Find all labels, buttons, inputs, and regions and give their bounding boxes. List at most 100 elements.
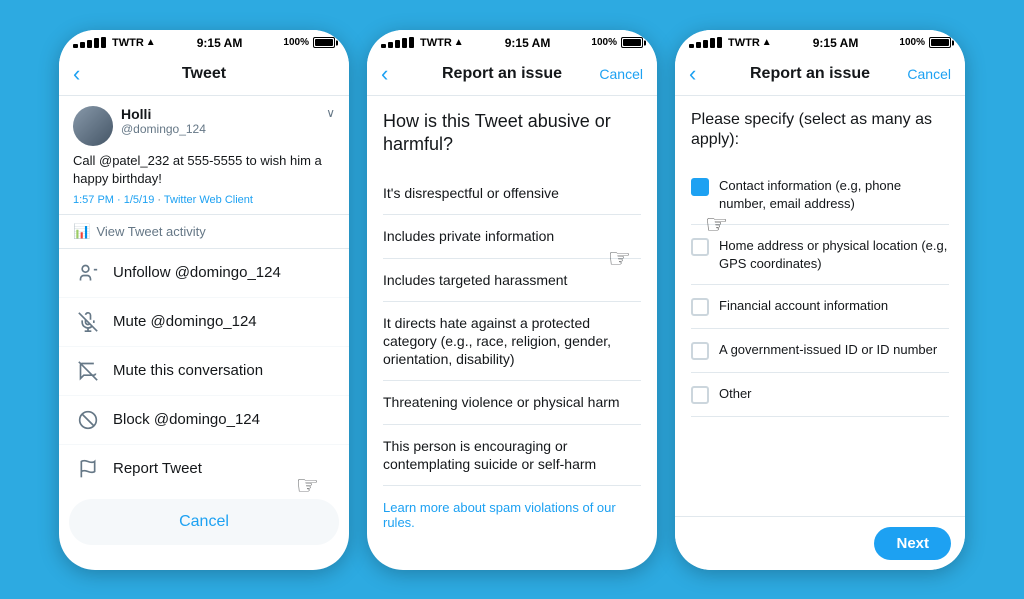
back-button-2[interactable]: ‹ <box>381 61 411 87</box>
next-button[interactable]: Next <box>874 527 951 560</box>
activity-label: View Tweet activity <box>96 224 205 239</box>
battery-fill-3 <box>931 39 949 46</box>
specify-label-2: Financial account information <box>719 297 888 315</box>
unfollow-icon <box>77 262 99 284</box>
checkbox-4[interactable] <box>691 386 709 404</box>
tweet-time: 1:57 PM · 1/5/19 <box>73 194 154 206</box>
report-option-2[interactable]: Includes targeted harassment <box>383 259 641 302</box>
report-option-5[interactable]: This person is encouraging or contemplat… <box>383 425 641 486</box>
battery-icon-1 <box>313 37 335 48</box>
time-1: 9:15 AM <box>197 36 243 50</box>
menu-report[interactable]: Report Tweet ☞ <box>59 445 349 493</box>
wifi-icon-2: ▲ <box>454 37 464 48</box>
unfollow-label: Unfollow @domingo_124 <box>113 264 281 281</box>
phone-1: TWTR ▲ 9:15 AM 100% ‹ Tweet H <box>59 30 349 570</box>
report-option-0[interactable]: It's disrespectful or offensive <box>383 172 641 215</box>
checkbox-0[interactable] <box>691 178 709 196</box>
tweet-client: Twitter Web Client <box>164 194 253 206</box>
dot4-3 <box>710 38 715 48</box>
mute-user-label: Mute @domingo_124 <box>113 313 257 330</box>
signal-dots-3 <box>689 37 722 48</box>
status-left-3: TWTR ▲ <box>689 37 772 49</box>
mute-conv-label: Mute this conversation <box>113 362 263 379</box>
battery-pct-3: 100% <box>899 37 925 48</box>
specify-label-0: Contact information (e.g, phone number, … <box>719 177 949 212</box>
cursor-hand-3: ☞ <box>705 209 728 240</box>
back-button-1[interactable]: ‹ <box>73 61 103 87</box>
checkbox-2[interactable] <box>691 298 709 316</box>
phone-2: TWTR ▲ 9:15 AM 100% ‹ Report an issue Ca… <box>367 30 657 570</box>
mute-conv-icon <box>77 360 99 382</box>
wifi-icon-3: ▲ <box>762 37 772 48</box>
specify-option-1[interactable]: Home address or physical location (e.g, … <box>691 225 949 285</box>
specify-option-0[interactable]: Contact information (e.g, phone number, … <box>691 165 949 225</box>
status-left-1: TWTR ▲ <box>73 37 156 49</box>
battery-icon-3 <box>929 37 951 48</box>
carrier-2: TWTR <box>420 37 452 49</box>
report-option-3[interactable]: It directs hate against a protected cate… <box>383 302 641 382</box>
checkbox-1[interactable] <box>691 238 709 256</box>
back-button-3[interactable]: ‹ <box>689 61 719 87</box>
tweet-handle: @domingo_124 <box>121 122 335 136</box>
dot3-2 <box>395 40 400 48</box>
signal-dots-2 <box>381 37 414 48</box>
report-content: How is this Tweet abusive or harmful? It… <box>367 96 657 570</box>
battery-fill-1 <box>315 39 333 46</box>
cancel-button-3[interactable]: Cancel <box>901 66 951 82</box>
signal-dots <box>73 37 106 48</box>
specify-option-4[interactable]: Other <box>691 373 949 417</box>
report-option-label-1: Includes private information <box>383 228 554 244</box>
carrier-3: TWTR <box>728 37 760 49</box>
nav-bar-1: ‹ Tweet <box>59 54 349 96</box>
dot2-3 <box>696 42 701 48</box>
cancel-button-1[interactable]: Cancel <box>69 499 339 545</box>
cancel-button-2[interactable]: Cancel <box>593 66 643 82</box>
dot5-2 <box>409 37 414 48</box>
dot4-2 <box>402 38 407 48</box>
report-option-4[interactable]: Threatening violence or physical harm <box>383 381 641 424</box>
dot2-2 <box>388 42 393 48</box>
battery-pct-1: 100% <box>283 37 309 48</box>
dot5-3 <box>717 37 722 48</box>
report-option-label-2: Includes targeted harassment <box>383 272 567 288</box>
tweet-activity[interactable]: 📊 View Tweet activity <box>59 215 349 249</box>
battery-fill-2 <box>623 39 641 46</box>
learn-more-link[interactable]: Learn more <box>383 500 449 515</box>
dot3-3 <box>703 40 708 48</box>
specify-label-4: Other <box>719 385 752 403</box>
battery-pct-2: 100% <box>591 37 617 48</box>
tweet-area: Holli ∨ @domingo_124 Call @patel_232 at … <box>59 96 349 215</box>
cursor-hand-2: ☞ <box>608 242 631 276</box>
report-option-label-5: This person is encouraging or contemplat… <box>383 438 596 472</box>
avatar <box>73 106 113 146</box>
time-3: 9:15 AM <box>813 36 859 50</box>
wifi-icon-1: ▲ <box>146 37 156 48</box>
phones-container: TWTR ▲ 9:15 AM 100% ‹ Tweet H <box>59 30 965 570</box>
status-left-2: TWTR ▲ <box>381 37 464 49</box>
nav-bar-3: ‹ Report an issue Cancel <box>675 54 965 96</box>
battery-icon-2 <box>621 37 643 48</box>
menu-unfollow[interactable]: Unfollow @domingo_124 <box>59 249 349 298</box>
status-bar-1: TWTR ▲ 9:15 AM 100% <box>59 30 349 54</box>
menu-mute-user[interactable]: Mute @domingo_124 <box>59 298 349 347</box>
dot4 <box>94 38 99 48</box>
phone-3: TWTR ▲ 9:15 AM 100% ‹ Report an issue Ca… <box>675 30 965 570</box>
status-right-2: 100% <box>591 37 643 48</box>
specify-content: Please specify (select as many as apply)… <box>675 96 965 516</box>
menu-mute-conv[interactable]: Mute this conversation <box>59 347 349 396</box>
tweet-user-info: Holli ∨ @domingo_124 <box>121 106 335 136</box>
cursor-hand-1: ☞ <box>296 470 319 501</box>
menu-block[interactable]: Block @domingo_124 <box>59 396 349 445</box>
block-label: Block @domingo_124 <box>113 411 260 428</box>
report-icon <box>77 458 99 480</box>
specify-option-2[interactable]: Financial account information <box>691 285 949 329</box>
nav-title-1: Tweet <box>103 65 305 83</box>
nav-title-3: Report an issue <box>719 65 901 83</box>
status-bar-3: TWTR ▲ 9:15 AM 100% <box>675 30 965 54</box>
specify-option-3[interactable]: A government-issued ID or ID number <box>691 329 949 373</box>
checkbox-3[interactable] <box>691 342 709 360</box>
report-question: How is this Tweet abusive or harmful? <box>383 110 641 157</box>
report-option-1[interactable]: Includes private information ☞ <box>383 215 641 258</box>
dot5 <box>101 37 106 48</box>
specify-label-3: A government-issued ID or ID number <box>719 341 937 359</box>
